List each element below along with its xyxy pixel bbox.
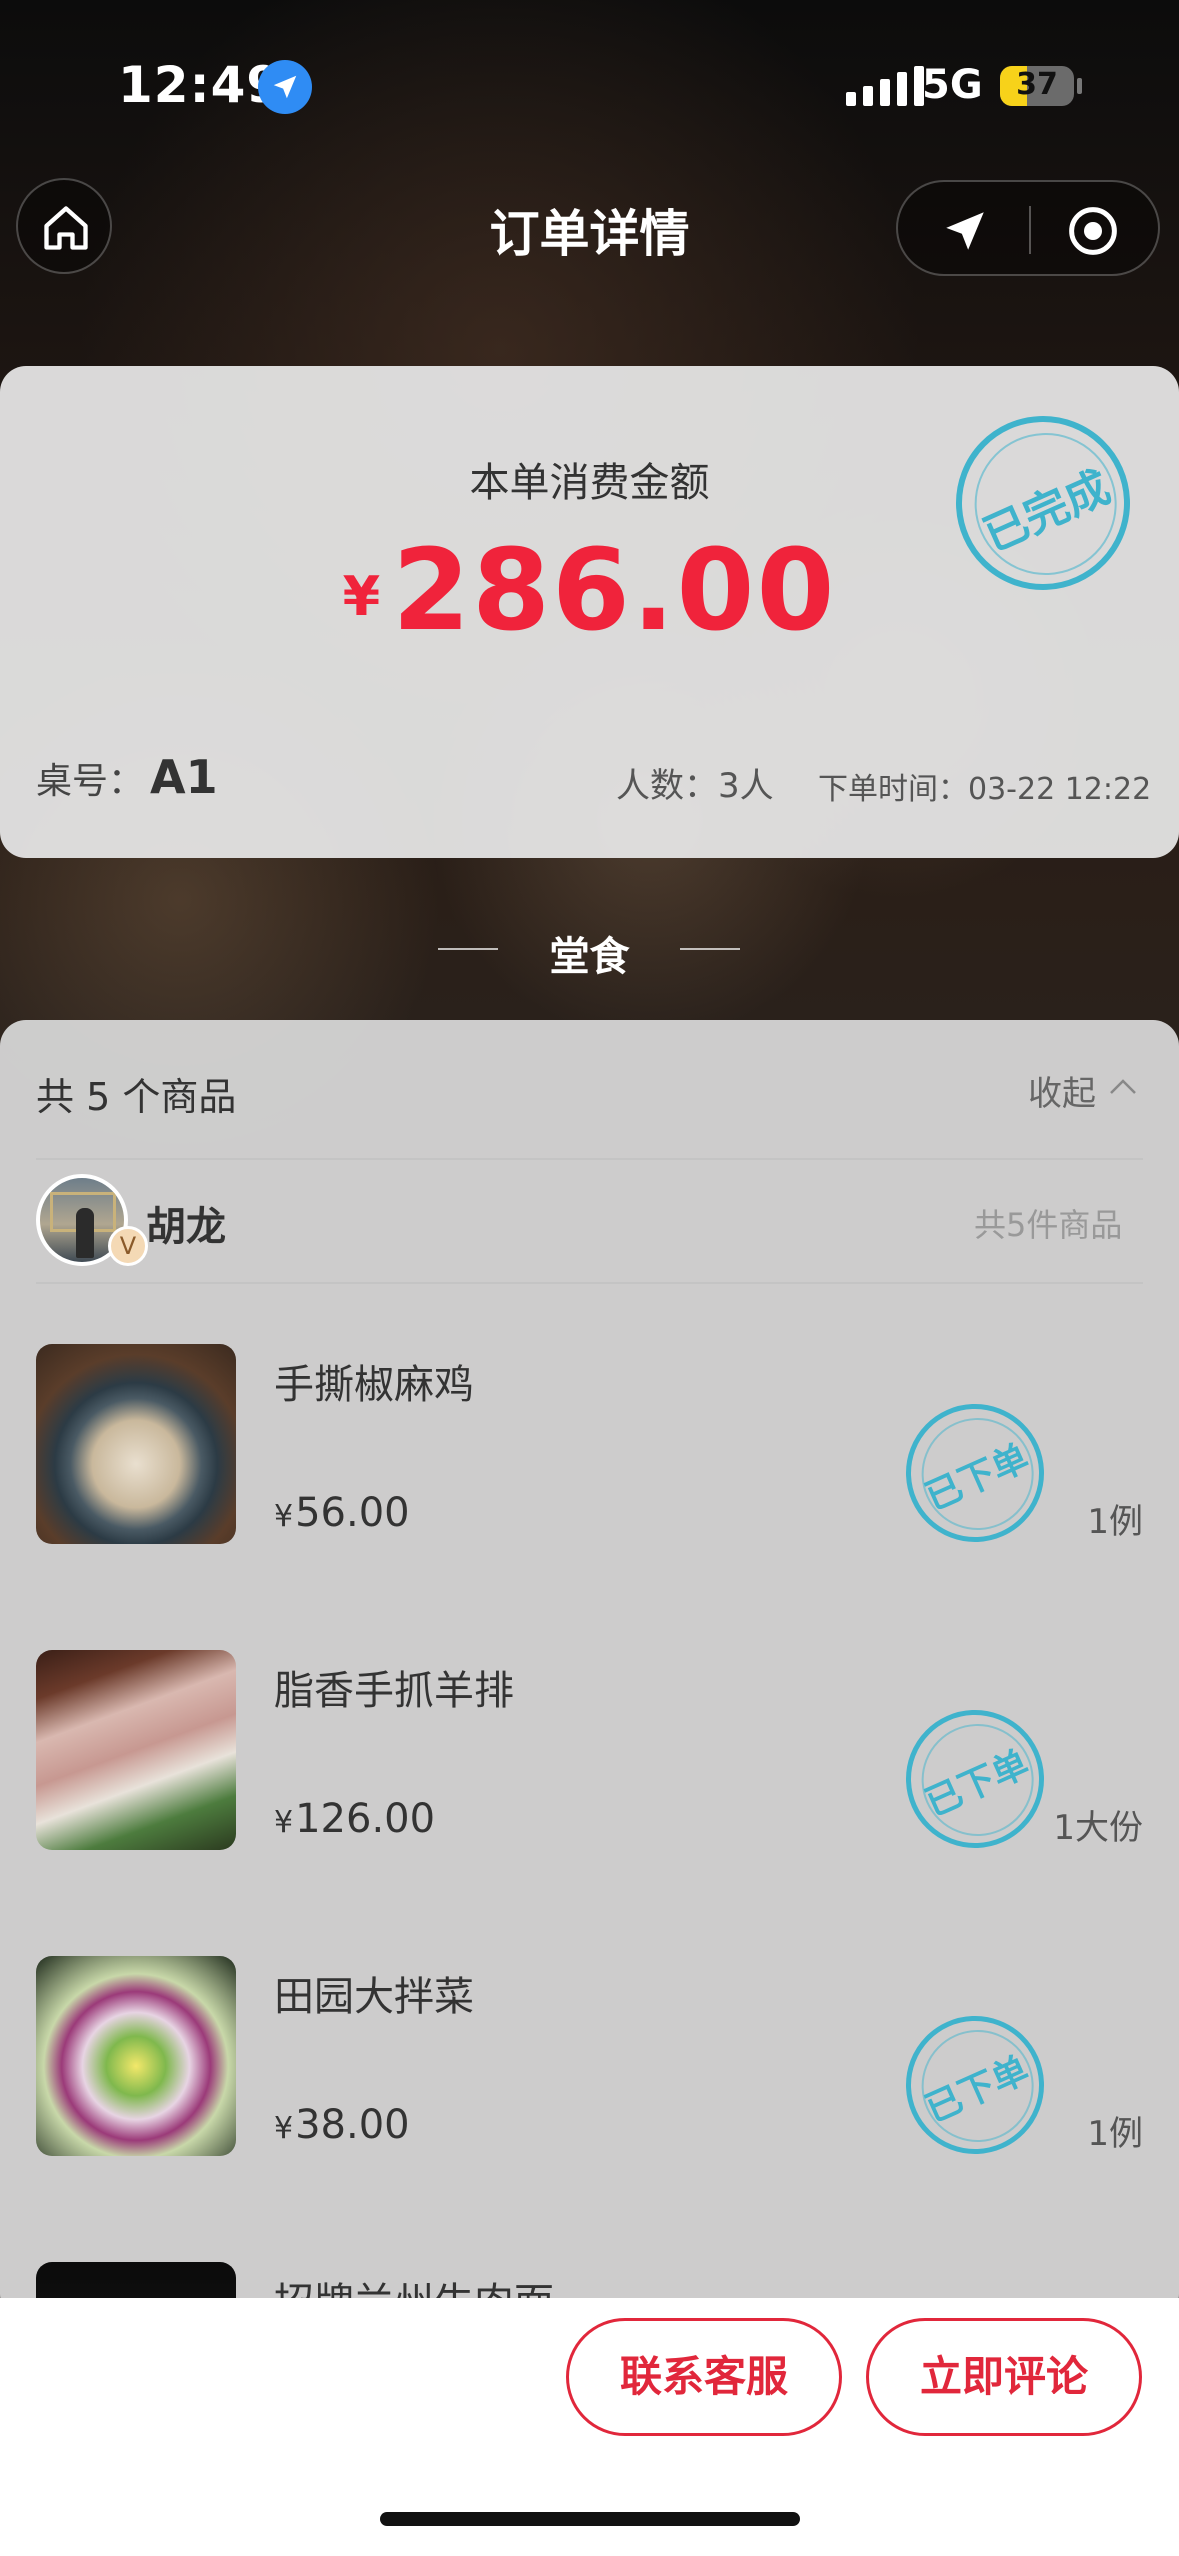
dish-price-value: 56.00: [295, 1490, 410, 1536]
goods-count: 共 5 个商品: [36, 1075, 237, 1119]
battery-tip: [1077, 78, 1082, 94]
dish-quantity: 1例: [1087, 2114, 1143, 2154]
dish-image: [36, 1344, 236, 1544]
contact-service-button[interactable]: 联系客服: [566, 2318, 842, 2436]
chevron-up-icon: [1110, 1079, 1136, 1094]
ordered-stamp: 已下单: [883, 1381, 1067, 1565]
target-icon[interactable]: [1066, 204, 1120, 258]
list-item[interactable]: 手撕椒麻鸡 ¥56.00 已下单 1例: [0, 1344, 1179, 1565]
ordered-stamp: 已下单: [883, 1687, 1067, 1871]
list-item[interactable]: 脂香手抓羊排 ¥126.00 已下单 1大份: [0, 1650, 1179, 1871]
dish-name: 田园大拌菜: [274, 1974, 474, 2020]
dish-price-value: 38.00: [295, 2102, 410, 2148]
dish-image: [36, 1650, 236, 1850]
network-type: 5G: [922, 62, 983, 108]
ordered-stamp-text: 已下单: [919, 1743, 1035, 1825]
dish-price: ¥56.00: [274, 1490, 410, 1536]
dish-price: ¥126.00: [274, 1796, 435, 1842]
collapse-button[interactable]: 收起: [1028, 1066, 1136, 1115]
review-button[interactable]: 立即评论: [866, 2318, 1142, 2436]
collapse-label: 收起: [1028, 1074, 1096, 1114]
section-divider-right: [680, 948, 740, 950]
mini-program-capsule: [896, 180, 1160, 276]
section-title: 堂食: [549, 934, 630, 980]
battery-level: 37: [1016, 67, 1058, 102]
order-summary-card: 本单消费金额 ¥286.00 已完成 桌号： A1 人数：3人 下单时间：03-2…: [0, 366, 1179, 858]
dish-price-value: 126.00: [295, 1796, 436, 1842]
dish-quantity: 1大份: [1053, 1808, 1143, 1848]
signal-icon: [846, 66, 924, 106]
list-item[interactable]: 田园大拌菜 ¥38.00 已下单 1例: [0, 1956, 1179, 2177]
dish-name: 手撕椒麻鸡: [274, 1362, 474, 1408]
user-item-total: 共5件商品: [974, 1206, 1123, 1244]
divider: [36, 1282, 1143, 1284]
dish-quantity: 1例: [1087, 1502, 1143, 1542]
dish-image: [36, 1956, 236, 2156]
table-value: A1: [150, 750, 218, 804]
goods-card: 共 5 个商品 收起 V 胡龙 共5件商品 手撕椒麻鸡 ¥56.00 已下单 1…: [0, 1020, 1179, 2462]
home-indicator[interactable]: [380, 2512, 800, 2526]
order-time: 下单时间：03-22 12:22: [818, 772, 1152, 807]
ordered-stamp: 已下单: [883, 1993, 1067, 2177]
currency-symbol: ¥: [342, 565, 381, 628]
currency-symbol: ¥: [274, 1805, 294, 1840]
amount-value: 286.00: [392, 526, 837, 656]
completed-stamp-text: 已完成: [976, 461, 1118, 562]
dish-name: 脂香手抓羊排: [274, 1668, 514, 1714]
capsule-divider: [1029, 206, 1031, 254]
currency-symbol: ¥: [274, 2111, 294, 2146]
table-number: 桌号： A1: [36, 750, 218, 804]
navigation-icon[interactable]: [940, 206, 990, 256]
dish-price: ¥38.00: [274, 2102, 410, 2148]
divider: [36, 1158, 1143, 1160]
table-label: 桌号：: [36, 761, 145, 802]
battery-icon: 37: [1000, 66, 1074, 106]
ordered-stamp-text: 已下单: [919, 2049, 1035, 2131]
people-count: 人数：3人: [616, 766, 774, 806]
ordered-stamp-text: 已下单: [919, 1437, 1035, 1519]
user-name: 胡龙: [146, 1204, 226, 1250]
currency-symbol: ¥: [274, 1499, 294, 1534]
location-arrow-icon: [258, 60, 312, 114]
vip-badge: V: [108, 1226, 148, 1266]
status-bar: 12:49 5G 37: [0, 0, 1179, 170]
